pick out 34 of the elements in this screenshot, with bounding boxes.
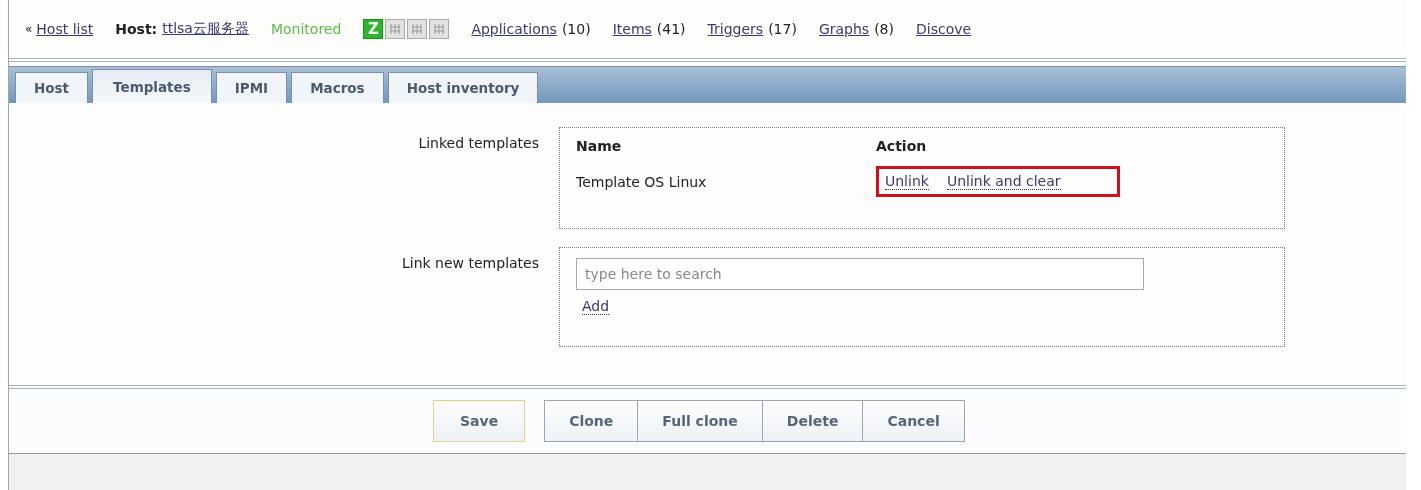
tab[interactable]: Host inventory	[387, 72, 539, 103]
nav-link[interactable]: Graphs	[818, 21, 870, 37]
action-link[interactable]: Unlink	[885, 173, 929, 190]
host-name-link[interactable]: ttlsa云服务器	[162, 20, 249, 38]
tab[interactable]: Templates	[92, 69, 212, 103]
host-list-link[interactable]: Host list	[36, 21, 94, 37]
form-button[interactable]: Delete	[761, 400, 864, 442]
add-link[interactable]: Add	[582, 298, 610, 315]
count-text: (10)	[561, 21, 591, 37]
search-field[interactable]: type here to search	[576, 258, 1144, 290]
nav-link[interactable]: Triggers	[707, 21, 764, 37]
nav-link[interactable]: Items	[612, 21, 652, 37]
column-header: Action	[876, 138, 928, 154]
tab[interactable]: Macros	[291, 72, 384, 103]
nav-link[interactable]: Applications	[471, 21, 557, 37]
nav-link[interactable]: Discove	[916, 21, 972, 37]
form-button[interactable]: Full clone	[637, 400, 763, 442]
host-label: Host:	[115, 21, 158, 37]
zabbix-agent-icon: Z	[363, 19, 384, 39]
field-label: Linked templates	[417, 134, 539, 153]
count-text: (8)	[874, 21, 894, 37]
save-button[interactable]: Save	[433, 400, 526, 442]
count-text: (41)	[656, 21, 686, 37]
form-button[interactable]: Clone	[544, 400, 639, 442]
back-arrow: «	[25, 22, 33, 36]
template-name: Template OS Linux	[576, 173, 708, 190]
action-link[interactable]: Unlink and clear	[946, 173, 1061, 190]
count-text: (17)	[768, 21, 797, 37]
status-text: Monitored	[270, 21, 342, 37]
column-header: Name	[576, 138, 623, 154]
form-button[interactable]: Cancel	[862, 400, 965, 442]
tab[interactable]: IPMI	[215, 72, 288, 103]
field-label: Link new templates	[401, 254, 539, 273]
tab[interactable]: Host	[15, 72, 89, 103]
